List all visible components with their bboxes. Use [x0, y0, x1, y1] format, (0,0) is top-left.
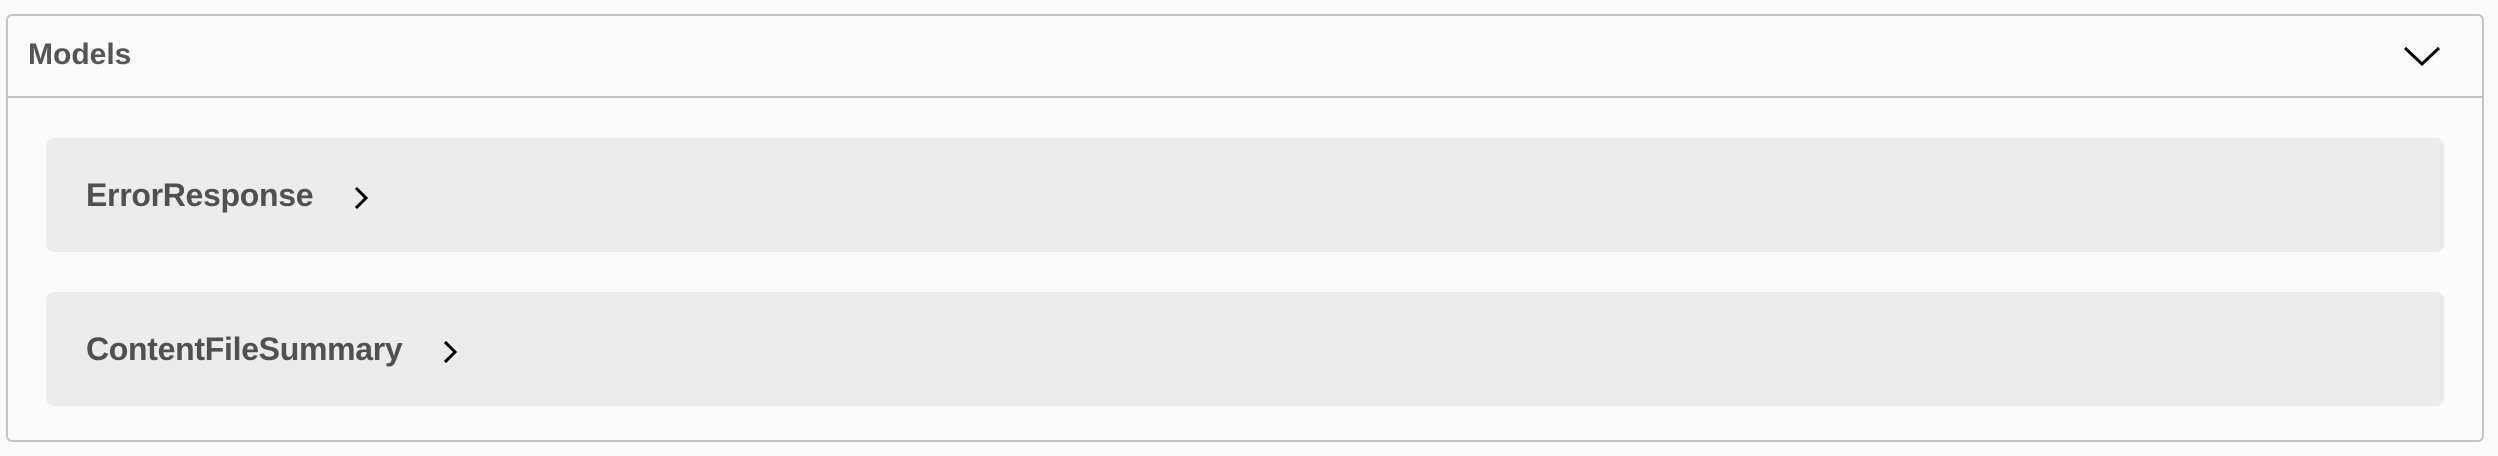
models-header[interactable]: Models	[8, 16, 2482, 98]
chevron-right-icon[interactable]	[349, 183, 373, 213]
chevron-right-icon[interactable]	[438, 337, 462, 367]
models-title: Models	[28, 38, 132, 71]
model-name: ContentFileSummary	[86, 330, 403, 367]
models-section: Models ErrorResponse ContentFileSummary	[6, 14, 2484, 442]
model-list: ErrorResponse ContentFileSummary	[46, 138, 2444, 446]
model-item-content-file-summary[interactable]: ContentFileSummary	[46, 292, 2444, 406]
chevron-down-icon[interactable]	[2402, 36, 2442, 76]
model-name: ErrorResponse	[86, 176, 314, 213]
model-item-error-response[interactable]: ErrorResponse	[46, 138, 2444, 252]
